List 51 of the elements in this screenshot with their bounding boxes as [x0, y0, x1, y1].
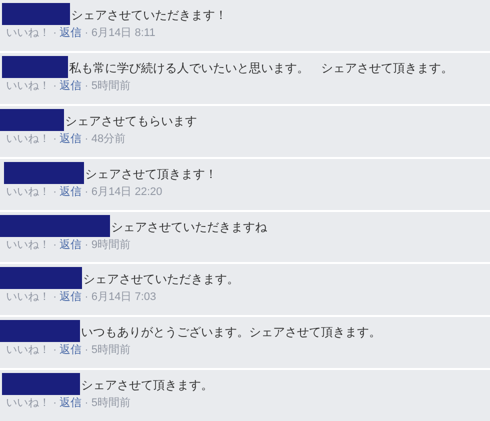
separator-dot: · [84, 343, 88, 358]
timestamp: 6月14日 8:11 [91, 26, 156, 41]
like-link[interactable]: いいね！ [6, 289, 50, 306]
reply-link[interactable]: 返信 [60, 342, 82, 360]
comment-text: シェアさせていただきます。 [0, 267, 484, 290]
separator-dot: · [53, 78, 57, 94]
reply-link[interactable]: 返信 [60, 184, 82, 201]
like-link[interactable]: いいね！ [6, 184, 50, 201]
separator-dot: · [53, 238, 57, 252]
reply-link[interactable]: 返信 [60, 25, 82, 42]
redacted-name-block [2, 3, 70, 25]
reply-link[interactable]: 返信 [60, 236, 82, 254]
timestamp: 6月14日 22:20 [91, 184, 162, 200]
comment-text: シェアさせていただきますね [0, 214, 484, 236]
comment-text: シェアさせてもらいます [0, 108, 484, 131]
separator-dot: · [53, 184, 57, 200]
separator-dot: · [84, 238, 88, 252]
separator-dot: · [84, 78, 88, 94]
separator-dot: · [84, 184, 88, 200]
like-link[interactable]: いいね！ [6, 130, 50, 148]
comment-text: シェアさせていただきます！ [0, 3, 484, 25]
redacted-name-block [0, 108, 64, 131]
like-link[interactable]: いいね！ [6, 78, 50, 95]
like-link[interactable]: いいね！ [6, 236, 50, 254]
timestamp: 5時間前 [91, 343, 130, 358]
separator-dot: · [53, 26, 57, 41]
separator-dot: · [84, 396, 88, 412]
like-link[interactable]: いいね！ [6, 25, 50, 42]
reply-link[interactable]: 返信 [60, 130, 82, 148]
separator-dot: · [84, 132, 88, 147]
separator-dot: · [53, 343, 57, 358]
timestamp: 5時間前 [91, 78, 130, 94]
reply-link[interactable]: 返信 [60, 289, 82, 306]
separator-dot: · [84, 290, 88, 306]
redacted-name-block [2, 56, 68, 78]
like-link[interactable]: いいね！ [6, 342, 50, 360]
like-link[interactable]: いいね！ [6, 395, 50, 412]
comment-text: シェアさせて頂きます！ [0, 162, 484, 184]
timestamp: 6月14日 7:03 [91, 290, 156, 306]
timestamp: 9時間前 [91, 238, 130, 252]
comment-text: いつもありがとうございます。シェアさせて頂きます。 [0, 320, 484, 342]
separator-dot: · [53, 132, 57, 147]
timestamp: 48分前 [91, 132, 126, 147]
separator-dot: · [84, 26, 88, 41]
separator-dot: · [53, 396, 57, 412]
reply-link[interactable]: 返信 [60, 78, 82, 95]
timestamp: 5時間前 [91, 396, 130, 412]
reply-link[interactable]: 返信 [60, 395, 82, 412]
comment-text: 私も常に学び続ける人でいたいと思います。 シェアさせて頂きます。 [0, 56, 484, 78]
separator-dot: · [53, 290, 57, 306]
comment-text: シェアさせて頂きます。 [0, 373, 484, 396]
